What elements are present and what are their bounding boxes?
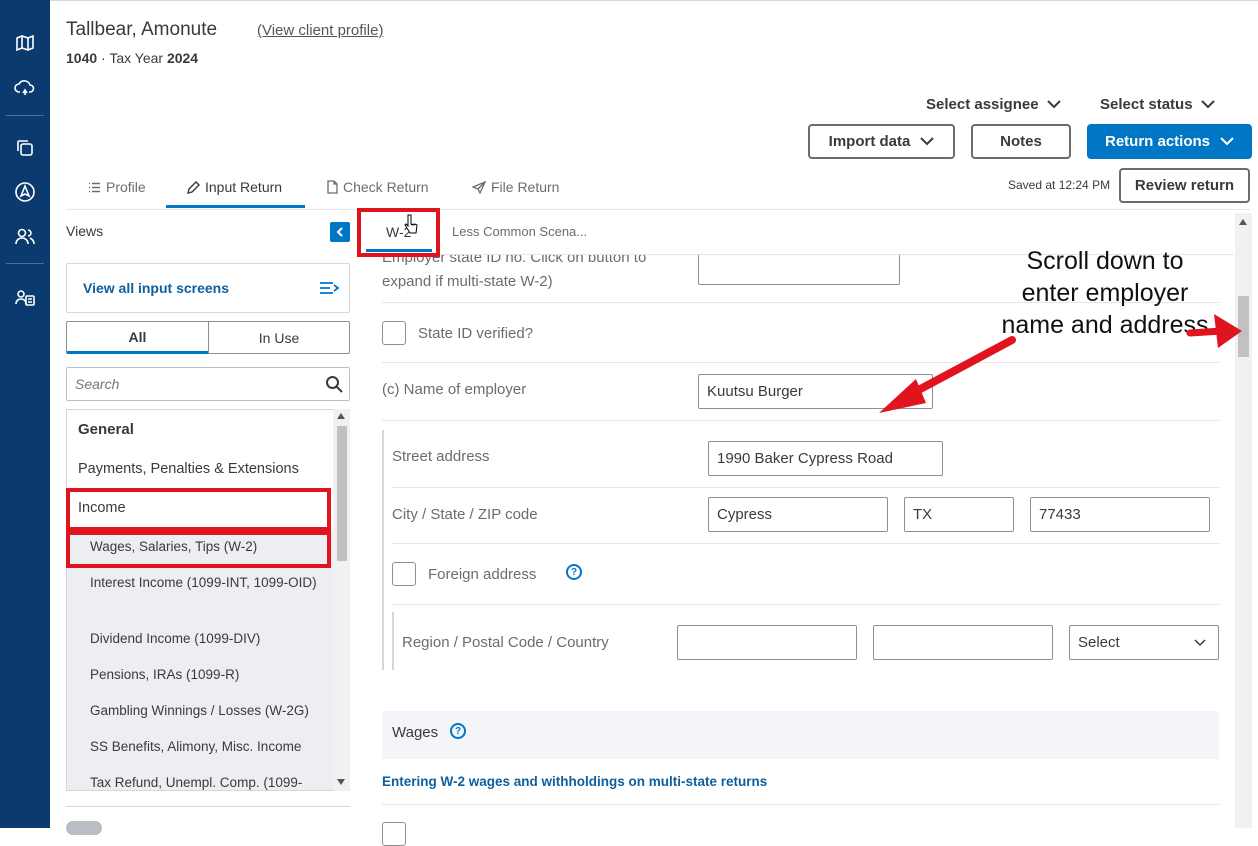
- chevron-down-icon: [1200, 100, 1215, 109]
- list-arrow-icon: [320, 282, 339, 294]
- region-input[interactable]: [677, 625, 857, 660]
- chevron-down-icon: [1046, 100, 1061, 109]
- employer-state-id-label: Employer state ID no. Click on button to…: [382, 255, 647, 290]
- wages-section-title: Wages: [392, 724, 439, 741]
- arrow-to-employer-icon: [879, 336, 1016, 413]
- list-icon: [89, 182, 100, 192]
- left-rail: [0, 0, 50, 828]
- search-input[interactable]: [75, 376, 305, 392]
- search-icon: [326, 376, 343, 393]
- city-input[interactable]: Cypress: [708, 497, 888, 532]
- employer-name-label: (c) Name of employer: [382, 381, 527, 398]
- view-client-profile-link[interactable]: (View client profile): [257, 22, 383, 39]
- select-status-dropdown[interactable]: Select status: [1100, 96, 1215, 113]
- filter-in-use-button[interactable]: In Use: [208, 321, 350, 354]
- saved-status: Saved at 12:24 PM: [1008, 178, 1111, 192]
- chevron-down-icon: [1220, 137, 1234, 146]
- zip-input[interactable]: 77433: [1030, 497, 1210, 532]
- document-icon: [327, 180, 338, 194]
- return-actions-button[interactable]: Return actions: [1087, 124, 1252, 159]
- help-icon[interactable]: ?: [450, 723, 466, 739]
- annotation-note: Scroll down to enter employer name and a…: [1001, 247, 1209, 339]
- multistate-help-link[interactable]: Entering W-2 wages and withholdings on m…: [382, 774, 767, 789]
- sidebar-scroll-thumb[interactable]: [337, 426, 347, 561]
- chevron-down-icon: [1194, 638, 1206, 646]
- import-data-button[interactable]: Import data: [808, 124, 955, 159]
- help-icon[interactable]: ?: [566, 564, 582, 580]
- input-screens-list: General Payments, Penalties & Extensions…: [66, 409, 350, 791]
- views-title: Views: [66, 223, 104, 239]
- chevron-left-icon: [336, 227, 343, 237]
- sidebar-search[interactable]: [66, 367, 350, 401]
- region-postal-country-label: Region / Postal Code / Country: [402, 634, 609, 651]
- tab-profile[interactable]: Profile: [88, 179, 146, 195]
- sidebar-item-ss-benefits[interactable]: SS Benefits, Alimony, Misc. Income: [67, 731, 333, 767]
- sidebar-item-general[interactable]: General: [78, 421, 344, 438]
- state-id-verified-label: State ID verified?: [418, 325, 534, 342]
- view-all-input-screens[interactable]: View all input screens: [66, 263, 350, 313]
- review-return-button[interactable]: Review return: [1119, 168, 1250, 203]
- send-icon: [472, 180, 486, 194]
- arrow-to-scrollbar-icon: [1186, 314, 1242, 348]
- wages-section-header: Wages ?: [382, 711, 1219, 759]
- cloud-sync-icon[interactable]: [0, 67, 50, 107]
- select-assignee-dropdown[interactable]: Select assignee: [926, 96, 1061, 113]
- sidebar-item-interest-income[interactable]: Interest Income (1099-INT, 1099-OID): [67, 567, 333, 623]
- foreign-address-checkbox[interactable]: [392, 562, 416, 586]
- state-id-verified-checkbox[interactable]: [382, 321, 406, 345]
- sidebar-item-gambling[interactable]: Gambling Winnings / Losses (W-2G): [67, 695, 333, 731]
- sidebar-item-tax-refund[interactable]: Tax Refund, Unempl. Comp. (1099-: [67, 767, 333, 790]
- hand-cursor-icon: [404, 214, 418, 234]
- filter-all-button[interactable]: All: [66, 321, 209, 354]
- client-name: Tallbear, Amonute: [66, 19, 218, 40]
- highlight-wages: [66, 531, 331, 568]
- foreign-address-label: Foreign address: [428, 566, 537, 583]
- postal-code-input[interactable]: [873, 625, 1053, 660]
- client-id-icon[interactable]: [0, 277, 50, 317]
- notes-button[interactable]: Notes: [971, 124, 1071, 159]
- active-tab-indicator: [166, 205, 305, 208]
- street-address-label: Street address: [392, 448, 490, 465]
- pencil-icon: [187, 180, 200, 194]
- sidebar-item-pensions[interactable]: Pensions, IRAs (1099-R): [67, 659, 333, 695]
- show-toggle[interactable]: [66, 821, 102, 835]
- chevron-down-icon: [920, 137, 935, 146]
- state-input[interactable]: TX: [904, 497, 1014, 532]
- tab-input-return[interactable]: Input Return: [187, 179, 282, 195]
- form-tab-less-common[interactable]: Less Common Scena...: [452, 224, 587, 239]
- users-icon[interactable]: [0, 216, 50, 256]
- country-select[interactable]: Select: [1069, 625, 1219, 660]
- highlight-income: [66, 488, 331, 531]
- next-checkbox[interactable]: [382, 822, 406, 846]
- map-icon[interactable]: [0, 23, 50, 63]
- employer-state-id-input[interactable]: [698, 255, 900, 285]
- street-address-input[interactable]: 1990 Baker Cypress Road: [708, 441, 943, 476]
- return-info: 1040 · Tax Year 2024: [66, 50, 199, 66]
- tab-check-return[interactable]: Check Return: [327, 179, 429, 195]
- copy-icon[interactable]: [0, 128, 50, 168]
- sidebar-item-payments[interactable]: Payments, Penalties & Extensions: [78, 461, 344, 477]
- city-state-zip-label: City / State / ZIP code: [392, 506, 538, 523]
- sidebar-item-dividend-income[interactable]: Dividend Income (1099-DIV): [67, 623, 333, 659]
- tab-file-return[interactable]: File Return: [472, 179, 559, 195]
- navigation-icon[interactable]: [0, 172, 50, 212]
- collapse-sidebar-button[interactable]: [330, 222, 350, 242]
- highlight-w2-tab: [357, 208, 440, 257]
